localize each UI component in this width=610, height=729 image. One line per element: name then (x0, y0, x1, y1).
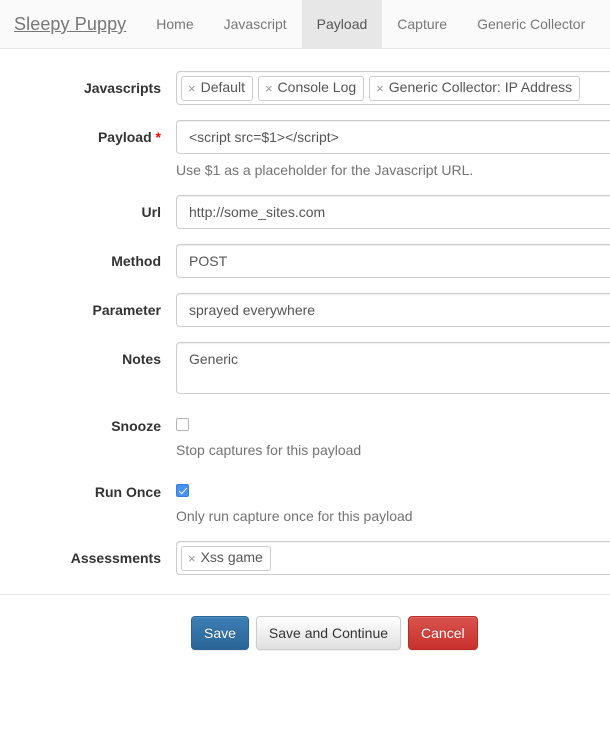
url-input[interactable] (176, 195, 610, 230)
run-once-checkbox[interactable] (176, 484, 189, 498)
save-and-continue-button[interactable]: Save and Continue (255, 616, 402, 651)
nav-item-javascript[interactable]: Javascript (209, 0, 302, 48)
form-group-parameter: Parameter (0, 293, 610, 328)
label-payload-text: Payload (97, 129, 152, 145)
payload-input[interactable] (176, 120, 610, 154)
nav-item-home[interactable]: Home (141, 0, 208, 48)
field-payload: Use $1 as a placeholder for the Javascri… (176, 120, 610, 180)
assessments-token-field[interactable]: × Xss game (176, 541, 610, 576)
label-snooze: Snooze (111, 418, 161, 435)
token-javascript-generic-collector-ip-address[interactable]: × Generic Collector: IP Address (369, 76, 581, 101)
field-javascripts: × Default × Console Log × Generic Collec… (176, 71, 610, 105)
token-remove-icon[interactable]: × (188, 82, 196, 95)
label-method: Method (111, 253, 161, 270)
token-assessment-xss-game[interactable]: × Xss game (181, 546, 271, 571)
javascripts-token-field[interactable]: × Default × Console Log × Generic Collec… (176, 71, 610, 105)
label-run-once: Run Once (94, 484, 161, 501)
form-group-method: Method (0, 244, 610, 279)
form-group-url: Url (0, 195, 610, 230)
form-group-payload: Payload * Use $1 as a placeholder for th… (0, 120, 610, 180)
form-actions: Save Save and Continue Cancel (0, 595, 610, 651)
token-remove-icon[interactable]: × (376, 82, 384, 95)
token-label: Generic Collector: IP Address (388, 79, 573, 96)
field-assessments: × Xss game (176, 541, 610, 576)
form-group-javascripts: Javascripts × Default × Console Log × Ge… (0, 71, 610, 105)
label-url: Url (141, 204, 161, 221)
token-remove-icon[interactable]: × (188, 552, 196, 565)
label-payload: Payload * (0, 120, 176, 147)
payload-form-content: Javascripts × Default × Console Log × Ge… (0, 49, 610, 729)
nav-items: Home Javascript Payload Capture Generic … (141, 0, 600, 48)
top-navbar: Sleepy Puppy Home Javascript Payload Cap… (0, 0, 610, 49)
cancel-button[interactable]: Cancel (408, 616, 478, 651)
notes-textarea[interactable]: Generic (176, 342, 610, 395)
token-remove-icon[interactable]: × (265, 82, 273, 95)
form-group-snooze: Snooze Stop captures for this payload (0, 409, 610, 460)
form-group-run-once: Run Once Only run capture once for this … (0, 475, 610, 526)
payload-help-text: Use $1 as a placeholder for the Javascri… (176, 162, 474, 178)
save-button[interactable]: Save (191, 616, 249, 651)
snooze-checkbox[interactable] (176, 418, 189, 432)
token-javascript-default[interactable]: × Default (181, 76, 253, 101)
token-javascript-console-log[interactable]: × Console Log (257, 76, 365, 101)
token-label: Xss game (200, 549, 263, 566)
run-once-help-text: Only run capture once for this payload (176, 508, 413, 525)
snooze-help-text: Stop captures for this payload (176, 442, 362, 459)
nav-item-payload[interactable]: Payload (301, 0, 383, 48)
parameter-input[interactable] (176, 293, 610, 328)
form-group-assessments: Assessments × Xss game (0, 541, 610, 576)
label-javascripts: Javascripts (83, 80, 161, 96)
label-notes: Notes (122, 351, 161, 368)
field-method (176, 244, 610, 279)
label-assessments: Assessments (70, 550, 161, 567)
token-label: Default (200, 79, 245, 96)
token-label: Console Log (277, 79, 357, 96)
field-notes: Generic (176, 342, 610, 395)
field-url (176, 195, 610, 230)
required-marker: * (155, 129, 161, 145)
field-run-once: Only run capture once for this payload (176, 475, 610, 526)
brand-logo[interactable]: Sleepy Puppy (0, 0, 141, 48)
field-snooze: Stop captures for this payload (176, 409, 610, 460)
form-group-notes: Notes Generic (0, 342, 610, 395)
nav-item-capture[interactable]: Capture (382, 0, 462, 48)
label-parameter: Parameter (92, 302, 162, 319)
nav-item-generic-collector[interactable]: Generic Collector (462, 0, 600, 48)
field-parameter (176, 293, 610, 328)
method-input[interactable] (176, 244, 610, 279)
